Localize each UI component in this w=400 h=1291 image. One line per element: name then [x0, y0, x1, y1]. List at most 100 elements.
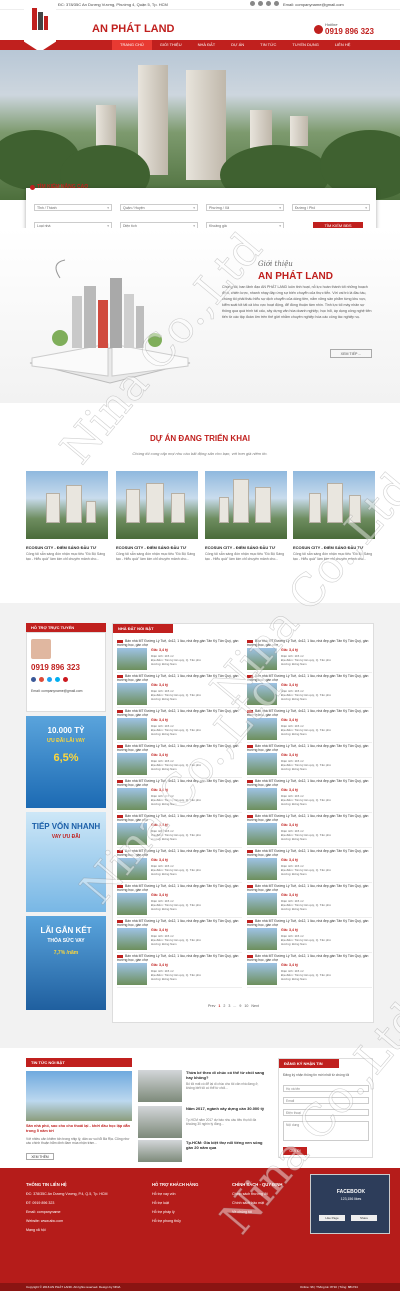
news-item-title[interactable]: Thừa kế theo di chúc có thể từ chối sang… — [186, 1070, 266, 1080]
listing-thumb[interactable] — [117, 718, 147, 740]
listing-item[interactable]: Bán nhà MT Đường Lý Tuệ, 4x12, 1 lầu, nh… — [117, 673, 242, 708]
phone-field[interactable]: Điện thoại — [283, 1109, 369, 1116]
skype-icon[interactable] — [55, 677, 60, 682]
news-thumb[interactable] — [138, 1106, 182, 1138]
province-select[interactable]: Tỉnh / Thành — [34, 204, 112, 211]
nav-recruitment[interactable]: TUYỂN DỤNG — [284, 40, 326, 50]
ad-banner-1[interactable]: 10.000 TỶ ƯU ĐÃI LÃI VAY 6,5% — [26, 716, 106, 808]
news-thumb[interactable] — [138, 1140, 182, 1162]
listing-thumb[interactable] — [247, 823, 277, 845]
logo[interactable] — [24, 0, 56, 52]
listing-thumb[interactable] — [247, 718, 277, 740]
pager-prev[interactable]: Prev — [208, 1004, 215, 1009]
listing-item[interactable]: Bán nhà MT Đường Lý Tuệ, 4x12, 1 lầu, nh… — [247, 638, 372, 673]
read-more-button[interactable]: XEM TIẾP ... — [330, 349, 372, 358]
news-main-title[interactable]: Sân nhà phố, sao cho cho thoải lại - khở… — [26, 1124, 132, 1134]
pager-page[interactable]: 1 — [218, 1004, 220, 1009]
nav-about[interactable]: GIỚI THIỆU — [152, 40, 190, 50]
fb-like-button[interactable]: Like Page — [319, 1215, 345, 1221]
listing-item[interactable]: Bán nhà MT Đường Lý Tuệ, 4x12, 1 lầu, nh… — [117, 778, 242, 813]
project-card[interactable]: ECOSUN CITY - ĐIỂM SÁNG ĐẦU TƯ Công tôi … — [116, 471, 198, 562]
listing-item[interactable]: Bán nhà MT Đường Lý Tuệ, 4x12, 1 lầu, nh… — [247, 708, 372, 743]
listing-item[interactable]: Bán nhà MT Đường Lý Tuệ, 4x12, 1 lầu, nh… — [117, 813, 242, 848]
listing-item[interactable]: Bán nhà MT Đường Lý Tuệ, 4x12, 1 lầu, nh… — [247, 743, 372, 778]
listing-item[interactable]: Bán nhà MT Đường Lý Tuệ, 4x12, 1 lầu, nh… — [247, 848, 372, 883]
google-plus-icon[interactable] — [39, 677, 44, 682]
fb-share-button[interactable]: Share — [351, 1215, 377, 1221]
listing-title[interactable]: Bán nhà MT Đường Lý Tuệ, 4x12, 1 lầu, nh… — [117, 709, 242, 718]
listing-thumb[interactable] — [117, 893, 147, 915]
listing-item[interactable]: Bán nhà MT Đường Lý Tuệ, 4x12, 1 lầu, nh… — [247, 673, 372, 708]
news-main-image[interactable] — [26, 1071, 132, 1121]
pager-next[interactable]: Next — [251, 1004, 258, 1009]
pager-page[interactable]: 9 — [239, 1004, 241, 1009]
listing-item[interactable]: Bán nhà MT Đường Lý Tuệ, 4x12, 1 lầu, nh… — [117, 743, 242, 778]
listing-title[interactable]: Bán nhà MT Đường Lý Tuệ, 4x12, 1 lầu, nh… — [117, 779, 242, 788]
listing-title[interactable]: Bán nhà MT Đường Lý Tuệ, 4x12, 1 lầu, nh… — [247, 849, 372, 858]
listing-item[interactable]: Bán nhà MT Đường Lý Tuệ, 4x12, 1 lầu, nh… — [117, 883, 242, 918]
listing-title[interactable]: Bán nhà MT Đường Lý Tuệ, 4x12, 1 lầu, nh… — [117, 814, 242, 823]
nav-news[interactable]: TIN TỨC — [252, 40, 284, 50]
youtube-icon[interactable] — [63, 677, 68, 682]
listing-thumb[interactable] — [117, 753, 147, 775]
pager-page[interactable]: 10 — [244, 1004, 248, 1009]
listing-thumb[interactable] — [247, 963, 277, 985]
listing-item[interactable]: Bán nhà MT Đường Lý Tuệ, 4x12, 1 lầu, nh… — [247, 883, 372, 918]
listing-title[interactable]: Bán nhà MT Đường Lý Tuệ, 4x12, 1 lầu, nh… — [117, 674, 242, 683]
project-name[interactable]: ECOSUN CITY - ĐIỂM SÁNG ĐẦU TƯ — [293, 545, 375, 550]
project-card[interactable]: ECOSUN CITY - ĐIỂM SÁNG ĐẦU TƯ Công tôi … — [26, 471, 108, 562]
listing-item[interactable]: Bán nhà MT Đường Lý Tuệ, 4x12, 1 lầu, nh… — [247, 953, 372, 988]
twitter-icon[interactable] — [47, 677, 52, 682]
google-plus-icon[interactable] — [258, 1, 263, 6]
listing-title[interactable]: Bán nhà MT Đường Lý Tuệ, 4x12, 1 lầu, nh… — [117, 639, 242, 648]
listing-thumb[interactable] — [247, 753, 277, 775]
street-select[interactable]: Đường / Phố — [292, 204, 370, 211]
youtube-icon[interactable] — [274, 1, 279, 6]
listing-title[interactable]: Bán nhà MT Đường Lý Tuệ, 4x12, 1 lầu, nh… — [117, 849, 242, 858]
facebook-icon[interactable] — [31, 677, 36, 682]
listing-item[interactable]: Bán nhà MT Đường Lý Tuệ, 4x12, 1 lầu, nh… — [117, 638, 242, 673]
project-card[interactable]: ECOSUN CITY - ĐIỂM SÁNG ĐẦU TƯ Công tôi … — [293, 471, 375, 562]
project-image[interactable] — [293, 471, 375, 539]
message-field[interactable]: Nội dung — [283, 1121, 369, 1141]
listing-thumb[interactable] — [117, 963, 147, 985]
name-field[interactable]: Họ và tên — [283, 1085, 369, 1092]
listing-title[interactable]: Bán nhà MT Đường Lý Tuệ, 4x12, 1 lầu, nh… — [247, 674, 372, 683]
skype-icon[interactable] — [266, 1, 271, 6]
news-more-button[interactable]: XEM THÊM — [26, 1153, 54, 1160]
listing-thumb[interactable] — [117, 928, 147, 950]
listing-thumb[interactable] — [247, 683, 277, 705]
project-name[interactable]: ECOSUN CITY - ĐIỂM SÁNG ĐẦU TƯ — [116, 545, 198, 550]
project-image[interactable] — [26, 471, 108, 539]
project-image[interactable] — [205, 471, 287, 539]
listing-title[interactable]: Bán nhà MT Đường Lý Tuệ, 4x12, 1 lầu, nh… — [247, 814, 372, 823]
listing-title[interactable]: Bán nhà MT Đường Lý Tuệ, 4x12, 1 lầu, nh… — [117, 954, 242, 963]
listing-item[interactable]: Bán nhà MT Đường Lý Tuệ, 4x12, 1 lầu, nh… — [117, 953, 242, 988]
listing-thumb[interactable] — [247, 788, 277, 810]
project-card[interactable]: ECOSUN CITY - ĐIỂM SÁNG ĐẦU TƯ Công tôi … — [205, 471, 287, 562]
listing-title[interactable]: Bán nhà MT Đường Lý Tuệ, 4x12, 1 lầu, nh… — [247, 779, 372, 788]
listing-item[interactable]: Bán nhà MT Đường Lý Tuệ, 4x12, 1 lầu, nh… — [247, 778, 372, 813]
listing-title[interactable]: Bán nhà MT Đường Lý Tuệ, 4x12, 1 lầu, nh… — [247, 639, 372, 648]
listing-title[interactable]: Bán nhà MT Đường Lý Tuệ, 4x12, 1 lầu, nh… — [247, 919, 372, 928]
support-number[interactable]: 0919 896 323 — [31, 663, 80, 673]
listing-thumb[interactable] — [117, 683, 147, 705]
district-select[interactable]: Quận / Huyện — [120, 204, 198, 211]
listing-thumb[interactable] — [117, 858, 147, 880]
listing-title[interactable]: Bán nhà MT Đường Lý Tuệ, 4x12, 1 lầu, nh… — [117, 884, 242, 893]
ad-banner-3[interactable]: LÃI GẮN KẾT THỎA SỨC VAY 7,7% /năm — [26, 916, 106, 1010]
listing-thumb[interactable] — [247, 893, 277, 915]
facebook-widget[interactable]: FACEBOOK 123,156 likes Like Page Share — [310, 1174, 390, 1234]
listing-thumb[interactable] — [247, 648, 277, 670]
listing-item[interactable]: Bán nhà MT Đường Lý Tuệ, 4x12, 1 lầu, nh… — [117, 848, 242, 883]
nav-real-estate[interactable]: NHÀ ĐẤT — [190, 40, 224, 50]
listing-title[interactable]: Bán nhà MT Đường Lý Tuệ, 4x12, 1 lầu, nh… — [247, 744, 372, 753]
pager-page[interactable]: 2 — [223, 1004, 225, 1009]
news-item-title[interactable]: Năm 2017, ngành xây dựng cần 30.000 tỷ — [186, 1106, 266, 1111]
listing-thumb[interactable] — [117, 648, 147, 670]
listing-item[interactable]: Bán nhà MT Đường Lý Tuệ, 4x12, 1 lầu, nh… — [247, 813, 372, 848]
email-field[interactable]: Email — [283, 1097, 369, 1104]
nav-home[interactable]: TRANG CHỦ — [112, 40, 152, 50]
news-item-title[interactable]: Tp.HCM: Gia biệt thự nổi tiếng ven sông … — [186, 1140, 266, 1150]
project-name[interactable]: ECOSUN CITY - ĐIỂM SÁNG ĐẦU TƯ — [26, 545, 108, 550]
